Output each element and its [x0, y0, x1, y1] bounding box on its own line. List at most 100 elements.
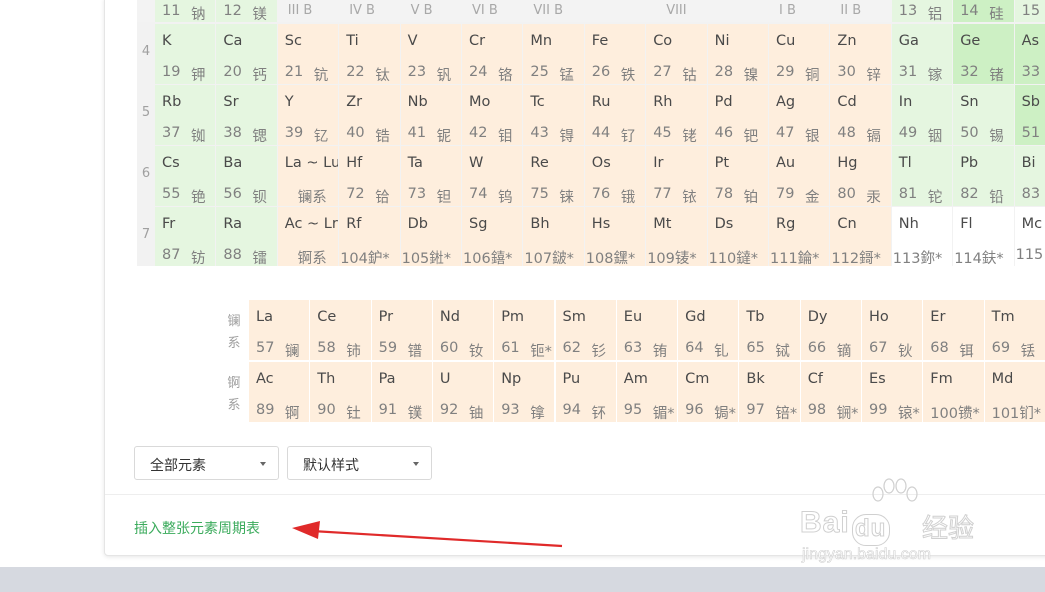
element-cell[interactable]: Ds 110鐽*: [707, 207, 768, 266]
element-cell[interactable]: Sg 106𨭎*: [462, 207, 523, 266]
element-cell[interactable]: Zn 30 锌: [830, 24, 891, 84]
element-cell[interactable]: Cd 48 镉: [830, 85, 891, 145]
element-cell[interactable]: Ho 67 钬: [862, 300, 923, 360]
element-cell[interactable]: Tb 65 铽: [739, 300, 800, 360]
element-cell[interactable]: Ag 47 银: [769, 85, 830, 145]
element-cell[interactable]: Am 95 镅*: [616, 362, 678, 422]
element-number: 115: [1015, 247, 1044, 263]
element-cell[interactable]: Tm 69 铥: [984, 300, 1045, 360]
element-cell[interactable]: Eu 63 铕: [616, 300, 678, 360]
element-chinese-name: 锕: [285, 406, 300, 422]
element-cell[interactable]: Ac ~ Lr 锕系: [277, 207, 339, 266]
element-cell[interactable]: Sb 51: [1014, 85, 1045, 145]
element-cell[interactable]: Ir 77 铱: [646, 146, 707, 206]
element-cell[interactable]: Tl 81 铊: [891, 146, 953, 206]
element-cell[interactable]: 14 硅: [953, 0, 1014, 22]
element-cell[interactable]: 15: [1014, 0, 1045, 22]
element-cell[interactable]: Cn 112鎶*: [830, 207, 891, 266]
element-cell[interactable]: 11 钠: [155, 0, 216, 22]
element-cell[interactable]: Sr 38 锶: [216, 85, 277, 145]
element-cell[interactable]: V 23 钒: [400, 24, 461, 84]
element-cell[interactable]: K 19 钾: [155, 24, 216, 84]
element-cell[interactable]: Ca 20 钙: [216, 24, 277, 84]
element-cell[interactable]: Ta 73 钽: [400, 146, 461, 206]
element-cell[interactable]: Ga 31 镓: [891, 24, 953, 84]
element-number: 22: [346, 64, 365, 80]
element-cell[interactable]: Pt 78 铂: [707, 146, 768, 206]
element-cell[interactable]: Ru 44 钌: [584, 85, 646, 145]
element-cell[interactable]: Sn 50 锡: [953, 85, 1014, 145]
element-cell[interactable]: Rg 111錀*: [769, 207, 830, 266]
element-cell[interactable]: Tc 43 锝: [523, 85, 584, 145]
element-cell[interactable]: Pm 61 钷*: [494, 300, 555, 360]
element-cell[interactable]: Fl 114鈇*: [953, 207, 1014, 266]
element-cell[interactable]: Np 93 镎: [494, 362, 555, 422]
element-cell[interactable]: Rb 37 铷: [155, 85, 216, 145]
element-cell[interactable]: Mc 115: [1014, 207, 1045, 266]
element-cell[interactable]: Os 76 锇: [584, 146, 646, 206]
element-cell[interactable]: Sc 21 钪: [277, 24, 339, 84]
element-cell[interactable]: Hg 80 汞: [830, 146, 891, 206]
element-cell[interactable]: La 57 镧: [249, 300, 310, 360]
element-cell[interactable]: Zr 40 锆: [339, 85, 400, 145]
element-cell[interactable]: Rh 45 铑: [646, 85, 707, 145]
element-cell[interactable]: Ge 32 锗: [953, 24, 1014, 84]
element-cell[interactable]: Re 75 铼: [523, 146, 584, 206]
element-cell[interactable]: Sm 62 钐: [555, 300, 616, 360]
element-cell[interactable]: Y 39 钇: [277, 85, 339, 145]
element-cell[interactable]: Hf 72 铪: [339, 146, 400, 206]
element-cell[interactable]: Cr 24 铬: [462, 24, 523, 84]
element-cell[interactable]: Hs 108𨭆*: [584, 207, 646, 266]
element-cell[interactable]: In 49 铟: [891, 85, 953, 145]
element-cell[interactable]: Rf 104鈩*: [339, 207, 400, 266]
element-symbol: Ru: [591, 94, 611, 110]
element-cell[interactable]: Gd 64 钆: [678, 300, 739, 360]
element-chinese-name: 镨: [407, 344, 423, 360]
element-cell[interactable]: Pd 46 钯: [707, 85, 768, 145]
element-cell[interactable]: Dy 66 镝: [800, 300, 861, 360]
element-cell[interactable]: Cu 29 铜: [769, 24, 830, 84]
element-cell[interactable]: Au 79 金: [769, 146, 830, 206]
element-cell[interactable]: Db 105𨧀*: [400, 207, 461, 266]
element-cell[interactable]: U 92 铀: [432, 362, 494, 422]
element-cell[interactable]: Mn 25 锰: [523, 24, 584, 84]
element-cell[interactable]: As 33: [1014, 24, 1045, 84]
element-cell[interactable]: Fr 87 钫: [155, 207, 216, 266]
element-cell[interactable]: 13 铝: [891, 0, 953, 22]
element-cell[interactable]: Pr 59 镨: [371, 300, 432, 360]
element-cell[interactable]: Pb 82 铅: [953, 146, 1014, 206]
element-cell[interactable]: Cs 55 铯: [155, 146, 216, 206]
element-cell[interactable]: Th 90 钍: [310, 362, 371, 422]
element-cell[interactable]: Cf 98 锎*: [800, 362, 861, 422]
element-cell[interactable]: Ra 88 镭: [216, 207, 277, 266]
element-cell[interactable]: Bk 97 锫*: [739, 362, 800, 422]
element-cell[interactable]: Bh 107𨨏*: [523, 207, 584, 266]
style-filter-select[interactable]: 默认样式: [287, 446, 432, 480]
element-cell[interactable]: Es 99 锿*: [862, 362, 923, 422]
element-cell[interactable]: Ac 89 锕: [249, 362, 310, 422]
element-cell[interactable]: Pu 94 钚: [555, 362, 616, 422]
element-cell[interactable]: Mt 109鿏*: [646, 207, 707, 266]
element-cell[interactable]: 12 镁: [216, 0, 277, 22]
element-cell[interactable]: Md 101钔*: [984, 362, 1045, 422]
element-cell[interactable]: Pa 91 镤: [371, 362, 432, 422]
element-cell[interactable]: Ba 56 钡: [216, 146, 277, 206]
element-cell[interactable]: Fm 100镄*: [923, 362, 984, 422]
element-cell[interactable]: Mo 42 钼: [462, 85, 523, 145]
element-cell[interactable]: Cm 96 锔*: [678, 362, 739, 422]
insert-periodic-table-link[interactable]: 插入整张元素周期表: [134, 518, 260, 538]
element-cell[interactable]: Nh 113鉨*: [891, 207, 953, 266]
element-cell[interactable]: Ce 58 铈: [310, 300, 371, 360]
element-chinese-name: 钼: [498, 129, 513, 145]
element-cell[interactable]: Bi 83: [1014, 146, 1045, 206]
element-cell[interactable]: Er 68 铒: [923, 300, 984, 360]
element-cell[interactable]: Co 27 钴: [646, 24, 707, 84]
element-cell[interactable]: Ni 28 镍: [707, 24, 768, 84]
element-cell[interactable]: Nb 41 铌: [400, 85, 461, 145]
element-cell[interactable]: La ~ Lu 镧系: [277, 146, 339, 206]
element-cell[interactable]: W 74 钨: [462, 146, 523, 206]
element-cell[interactable]: Nd 60 钕: [432, 300, 494, 360]
element-cell[interactable]: Fe 26 铁: [584, 24, 646, 84]
element-filter-select[interactable]: 全部元素: [134, 446, 279, 480]
element-cell[interactable]: Ti 22 钛: [339, 24, 400, 84]
